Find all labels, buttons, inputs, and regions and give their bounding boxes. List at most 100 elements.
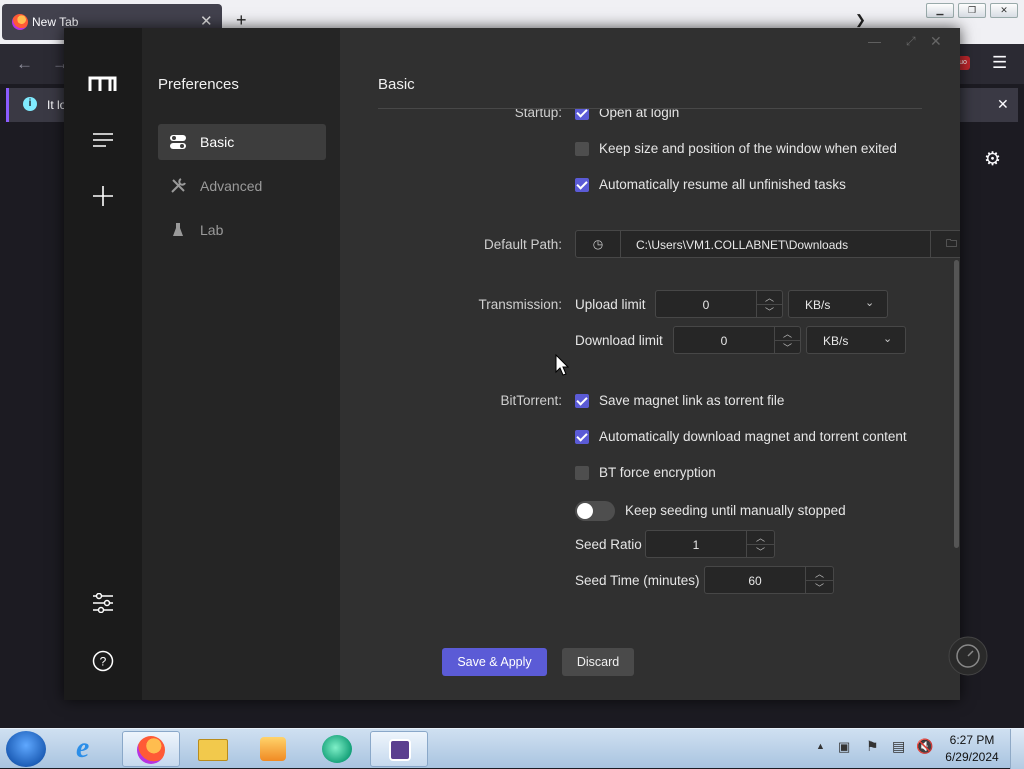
chevron-down-icon: ⌄ (883, 333, 893, 345)
bt-force-encryption-checkbox[interactable] (575, 466, 589, 480)
close-window-button[interactable]: ✕ (990, 3, 1018, 18)
submenu-item-label: Advanced (200, 178, 263, 194)
decrement-icon[interactable]: ﹀ (806, 580, 833, 593)
upload-limit-stepper[interactable]: 0 ︿ ﹀ (655, 290, 783, 318)
open-at-login-checkbox[interactable] (575, 109, 589, 120)
bittorrent-label: BitTorrent: (500, 393, 562, 408)
increment-icon[interactable]: ︿ (806, 567, 833, 580)
hamburger-menu-icon[interactable]: ☰ (992, 53, 1007, 73)
chevron-down-icon: ⌄ (865, 297, 875, 309)
auto-download-magnet-checkbox[interactable] (575, 430, 589, 444)
network-icon[interactable]: ▤ (892, 738, 905, 755)
scrollbar-thumb[interactable] (954, 260, 959, 548)
open-at-login-label: Open at login (599, 109, 680, 120)
upload-limit-label: Upload limit (575, 297, 646, 312)
seed-time-value[interactable]: 60 (705, 574, 805, 588)
minimize-window-button[interactable]: ▁ (926, 3, 954, 18)
seed-ratio-value[interactable]: 1 (646, 538, 746, 552)
settings-scroll-area[interactable]: Startup: Open at login Keep size and pos… (340, 109, 960, 629)
list-tabs-chevron-icon[interactable]: ❯ (855, 12, 866, 28)
save-apply-button[interactable]: Save & Apply (442, 648, 547, 676)
history-clock-icon[interactable]: ◷ (576, 231, 621, 257)
restore-window-button[interactable]: ❐ (958, 3, 986, 18)
firefox-icon[interactable] (122, 731, 180, 767)
motrix-window: ? Preferences Basic Advanced Lab — ⤢ ✕ B… (64, 28, 988, 700)
volume-muted-icon[interactable]: 🔇 (916, 738, 933, 755)
clock-time[interactable]: 6:27 PM (944, 733, 1000, 747)
firefox-favicon-icon (12, 14, 28, 30)
seed-ratio-stepper[interactable]: 1 ︿ ﹀ (645, 530, 775, 558)
tools-icon (171, 178, 186, 193)
keep-window-size-label: Keep size and position of the window whe… (599, 141, 897, 156)
download-limit-value[interactable]: 0 (674, 334, 774, 348)
help-icon[interactable]: ? (92, 650, 114, 672)
motrix-app-icon[interactable] (308, 731, 366, 767)
submenu-item-basic[interactable]: Basic (158, 124, 326, 160)
upload-limit-spinner: ︿ ﹀ (756, 291, 782, 317)
action-center-flag-icon[interactable]: ⚑ (866, 738, 879, 755)
window-maximize-icon[interactable]: ⤢ (906, 34, 916, 49)
clock-date[interactable]: 6/29/2024 (940, 750, 1004, 764)
preferences-icon[interactable] (92, 593, 114, 613)
resume-tasks-checkbox[interactable] (575, 178, 589, 192)
bt-force-encryption-label: BT force encryption (599, 465, 716, 480)
toggle-icon (170, 135, 186, 149)
startup-label: Startup: (514, 109, 562, 120)
upload-limit-value[interactable]: 0 (656, 298, 756, 312)
keep-seeding-toggle[interactable] (575, 501, 615, 521)
back-arrow-icon[interactable]: ← (16, 54, 33, 74)
firefox-logo (137, 736, 165, 764)
folder-shape (198, 739, 228, 761)
seed-time-stepper[interactable]: 60 ︿ ﹀ (704, 566, 834, 594)
motrix-logo-icon (88, 76, 117, 91)
decrement-icon[interactable]: ﹀ (775, 340, 800, 353)
increment-icon[interactable]: ︿ (757, 291, 782, 304)
close-notification-icon[interactable]: ✕ (997, 96, 1009, 113)
discard-button[interactable]: Discard (562, 648, 634, 676)
page-title: Basic (378, 76, 415, 93)
default-path-field[interactable]: ◷ C:\Users\VM1.COLLABNET\Downloads 🗀 (575, 230, 960, 258)
seed-time-label: Seed Time (minutes) (575, 573, 700, 588)
show-hidden-icons-icon[interactable]: ▲ (816, 741, 825, 751)
internet-explorer-icon[interactable]: e (62, 731, 120, 767)
submenu-item-lab[interactable]: Lab (158, 212, 326, 248)
show-desktop-button[interactable] (1010, 729, 1024, 769)
app-icon[interactable] (370, 731, 428, 767)
flask-icon (173, 223, 183, 236)
save-magnet-label: Save magnet link as torrent file (599, 393, 785, 408)
save-magnet-checkbox[interactable] (575, 394, 589, 408)
media-player-icon[interactable] (244, 731, 302, 767)
player-shape (260, 737, 286, 761)
increment-icon[interactable]: ︿ (747, 531, 774, 544)
download-unit-select[interactable]: KB/s ⌄ (806, 326, 906, 354)
decrement-icon[interactable]: ﹀ (757, 304, 782, 317)
keep-seeding-label: Keep seeding until manually stopped (625, 503, 846, 518)
folder-icon[interactable]: 🗀 (930, 231, 960, 257)
submenu-item-label: Basic (200, 134, 235, 150)
seed-time-spinner: ︿ ﹀ (805, 567, 833, 593)
start-orb-icon[interactable] (6, 731, 46, 767)
submenu-item-label: Lab (200, 222, 224, 238)
window-close-icon[interactable]: ✕ (930, 33, 942, 50)
window-minimize-icon[interactable]: — (868, 34, 881, 49)
task-list-icon[interactable] (93, 132, 113, 148)
app-shape (389, 739, 411, 761)
speedometer-icon[interactable] (948, 636, 988, 676)
keep-window-size-checkbox[interactable] (575, 142, 589, 156)
download-limit-spinner: ︿ ﹀ (774, 327, 800, 353)
upload-unit-select[interactable]: KB/s ⌄ (788, 290, 888, 318)
decrement-icon[interactable]: ﹀ (747, 544, 774, 557)
file-explorer-icon[interactable] (184, 731, 242, 767)
usb-icon[interactable]: ▣ (838, 739, 850, 755)
gear-icon[interactable]: ⚙ (984, 148, 1001, 171)
settings-panel: — ⤢ ✕ Basic Startup: Open at login Keep … (340, 28, 988, 700)
transmission-label: Transmission: (478, 297, 562, 312)
add-task-icon[interactable] (93, 186, 113, 206)
default-path-label: Default Path: (483, 237, 562, 252)
mouse-cursor-icon (555, 354, 569, 376)
download-limit-stepper[interactable]: 0 ︿ ﹀ (673, 326, 801, 354)
submenu-item-advanced[interactable]: Advanced (158, 168, 326, 204)
seed-ratio-spinner: ︿ ﹀ (746, 531, 774, 557)
increment-icon[interactable]: ︿ (775, 327, 800, 340)
preferences-submenu: Preferences Basic Advanced Lab (142, 28, 340, 700)
